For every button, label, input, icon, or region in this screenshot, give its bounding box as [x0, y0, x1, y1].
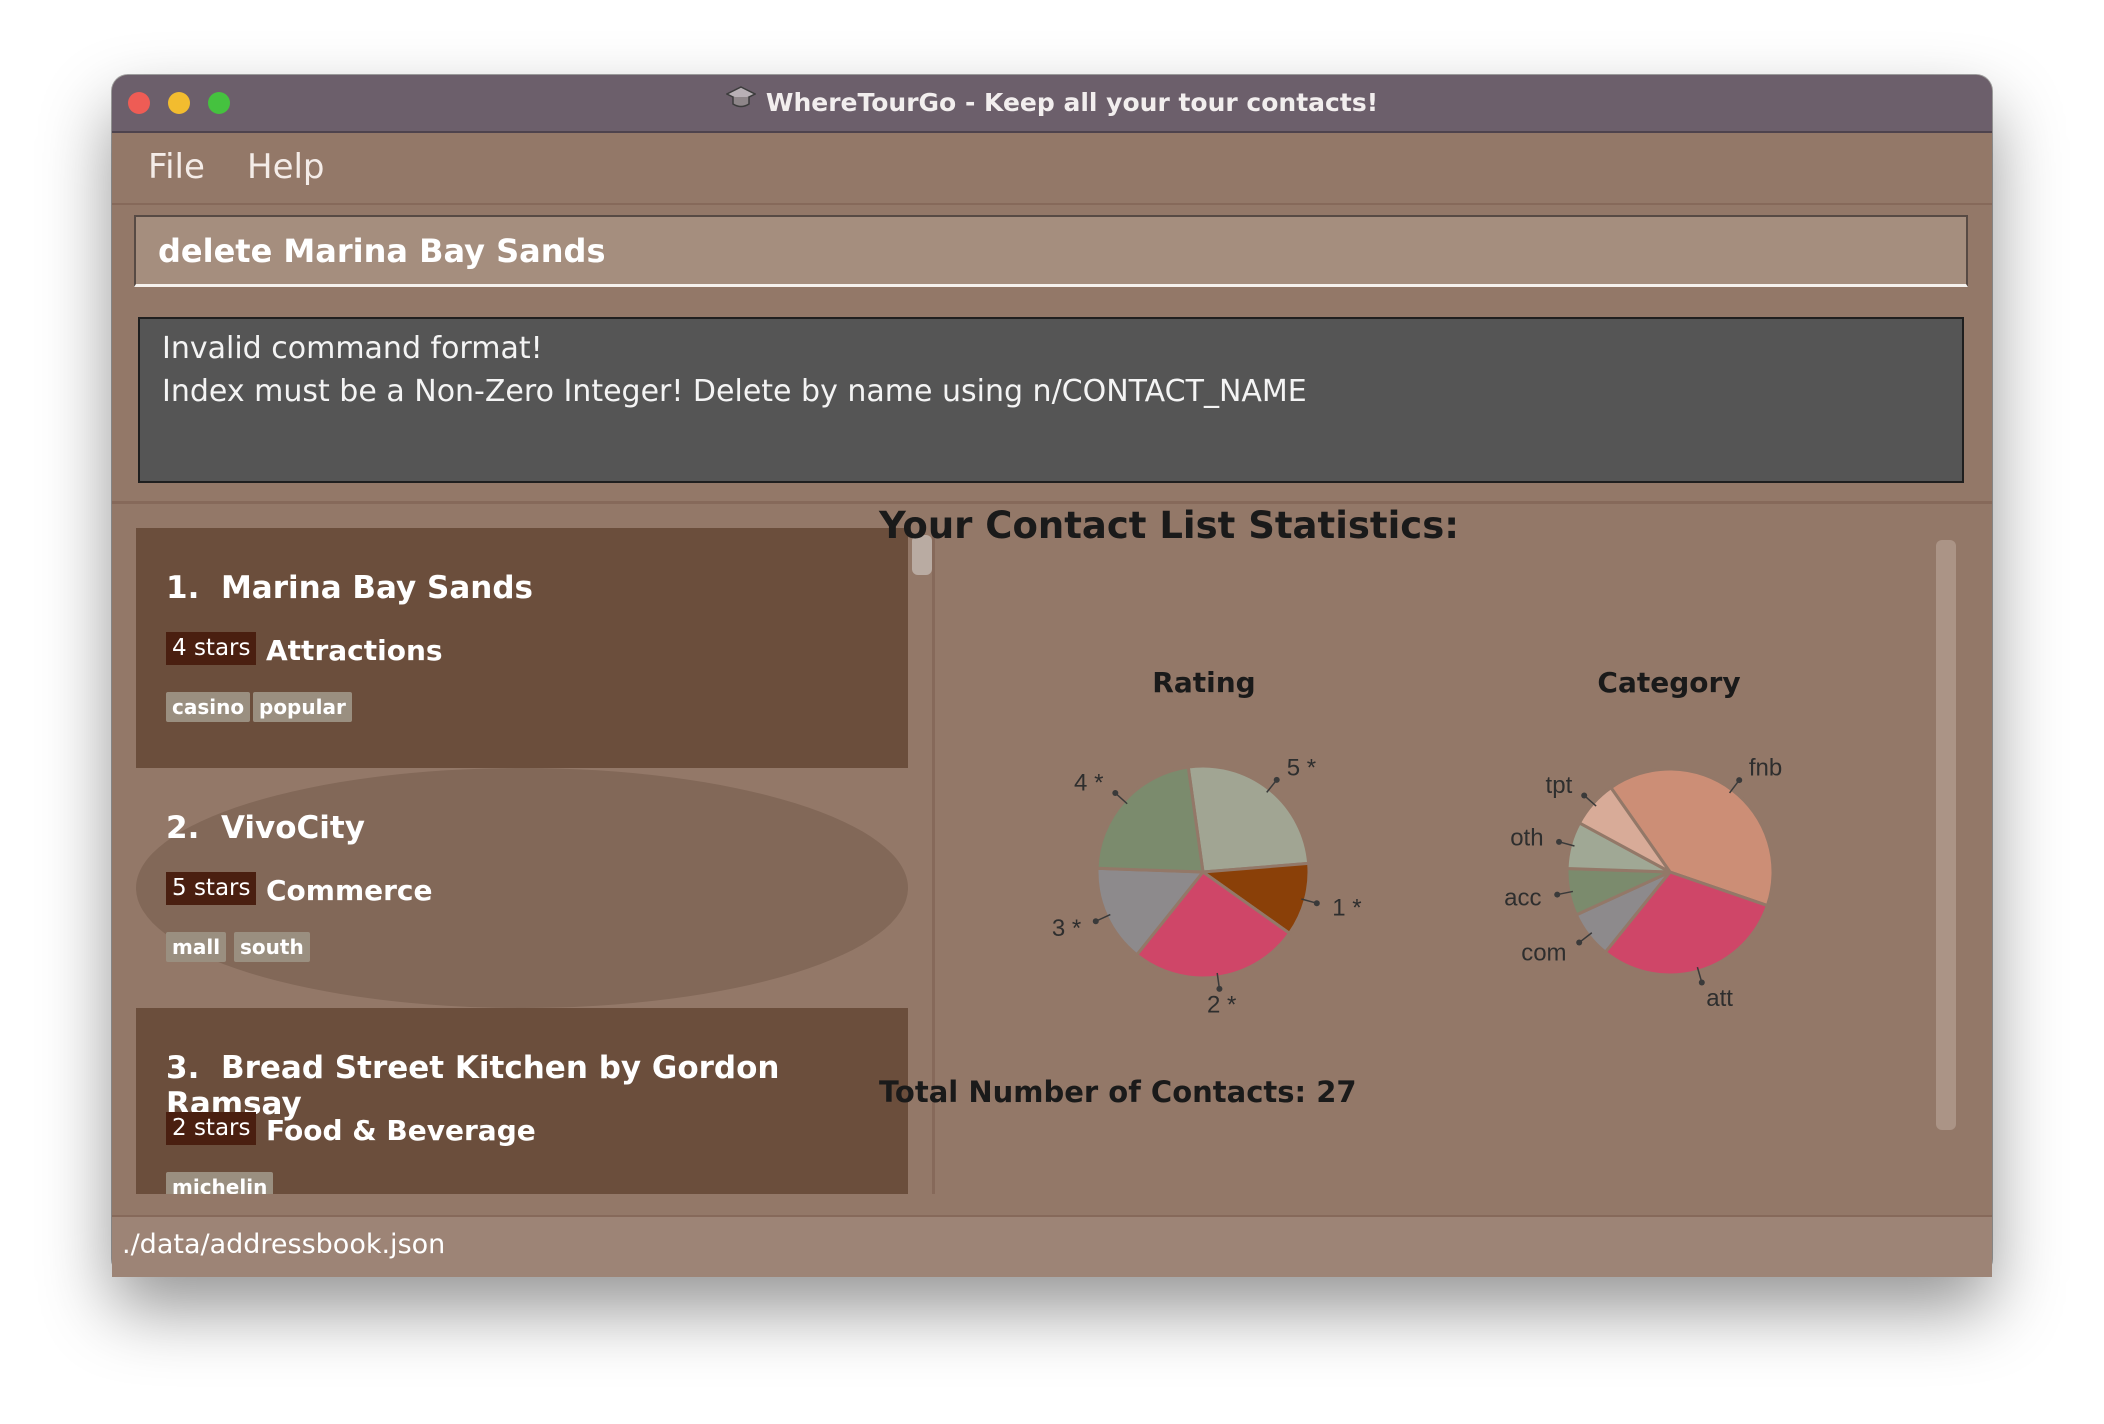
rating-badge: 2 stars: [166, 1112, 257, 1145]
total-contacts: Total Number of Contacts: 27: [879, 1075, 1357, 1109]
contact-card[interactable]: 2. VivoCity 5 stars Commerce mall south: [136, 768, 908, 1008]
menu-help[interactable]: Help: [247, 147, 325, 187]
label-leader-dot: [1556, 838, 1563, 845]
contact-list[interactable]: 1. Marina Bay Sands 4 stars Attractions …: [136, 528, 908, 1194]
label-leader-dot: [1581, 792, 1588, 799]
rating-badge: 5 stars: [166, 872, 257, 905]
pie-label: 2 *: [1207, 992, 1236, 1019]
tag-badge: michelin: [166, 1172, 274, 1194]
tag-badge: south: [234, 932, 310, 962]
pie-label: 5 *: [1287, 754, 1316, 781]
contact-name: 2. VivoCity: [166, 810, 365, 846]
window-title-text: WhereTourGo - Keep all your tour contact…: [765, 88, 1379, 117]
label-leader-dot: [1273, 776, 1280, 783]
contact-card[interactable]: 3. Bread Street Kitchen by Gordon Ramsay…: [136, 1008, 908, 1194]
pie-label: 4 *: [1074, 769, 1103, 796]
pie-label: oth: [1510, 825, 1543, 852]
pie-label: com: [1521, 939, 1566, 966]
title-bar: WhereTourGo - Keep all your tour contact…: [112, 75, 1992, 133]
tag-badge: mall: [166, 932, 227, 962]
menu-bar: File Help: [112, 133, 1992, 205]
contact-name: 3. Bread Street Kitchen by Gordon Ramsay: [166, 1050, 780, 1122]
pie-slice-5: [1186, 764, 1311, 874]
graduation-cap-icon: [725, 76, 757, 132]
rating-chart-title: Rating: [1152, 666, 1256, 699]
result-line-2: Index must be a Non-Zero Integer! Delete…: [162, 374, 1307, 409]
tag-badge: popular: [253, 692, 352, 722]
contact-category: Food & Beverage: [266, 1114, 536, 1147]
contact-name: 1. Marina Bay Sands: [166, 570, 533, 606]
pie-label: att: [1706, 985, 1733, 1012]
menu-file[interactable]: File: [148, 147, 205, 187]
statistics-heading: Your Contact List Statistics:: [879, 504, 1460, 547]
command-input[interactable]: delete Marina Bay Sands: [134, 215, 1968, 287]
pie-slice-4: [1095, 765, 1205, 874]
label-leader-dot: [1092, 918, 1099, 925]
rating-badge: 4 stars: [166, 632, 257, 665]
contact-card[interactable]: 1. Marina Bay Sands 4 stars Attractions …: [136, 528, 908, 768]
window-title: WhereTourGo - Keep all your tour contact…: [112, 75, 1992, 131]
label-leader-dot: [1554, 891, 1561, 898]
label-leader-dot: [1736, 777, 1743, 784]
statistics-scrollbar[interactable]: [1936, 540, 1956, 1130]
tag-badge: casino: [166, 692, 251, 722]
contact-category: Commerce: [266, 874, 433, 907]
pie-charts: 5 * 1 * 2 * 3 * 4 * fnb att com acc othtpt: [1052, 754, 1782, 1019]
label-leader-dot: [1698, 979, 1705, 986]
pie-label: 3 *: [1052, 915, 1081, 942]
label-leader-dot: [1313, 900, 1320, 907]
label-leader-dot: [1112, 790, 1119, 797]
label-leader-dot: [1576, 939, 1583, 946]
result-display: Invalid command format! Index must be a …: [138, 317, 1964, 483]
pie-label: tpt: [1546, 772, 1573, 799]
pie-label: fnb: [1749, 754, 1782, 781]
pie-label: 1 *: [1332, 894, 1361, 921]
category-chart-title: Category: [1597, 666, 1741, 699]
pie-label: acc: [1504, 885, 1541, 912]
contact-category: Attractions: [266, 634, 443, 667]
result-line-1: Invalid command format!: [162, 331, 543, 366]
